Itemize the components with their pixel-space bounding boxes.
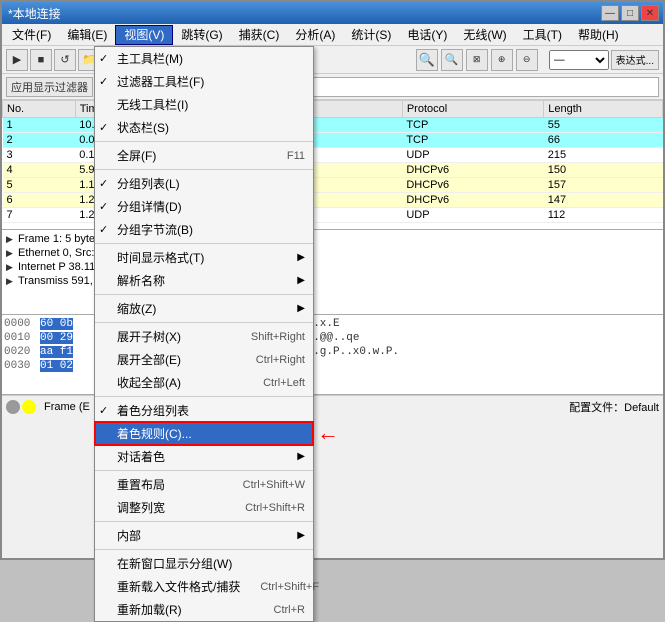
view-menu-item[interactable]: 对话着色 ▶ bbox=[95, 445, 313, 468]
menu-check-icon: ✓ bbox=[99, 75, 108, 88]
view-menu-item[interactable]: 调整列宽 Ctrl+Shift+R bbox=[95, 496, 313, 519]
menu-item-label: 重置布局 bbox=[117, 476, 165, 493]
menu-shortcut: Ctrl+R bbox=[254, 604, 305, 616]
menu-item-label: 分组详情(D) bbox=[117, 198, 182, 215]
menu-item-label: 内部 bbox=[117, 527, 141, 544]
menu-item-label: 时间显示格式(T) bbox=[117, 249, 204, 266]
menu-shortcut: Ctrl+Shift+F bbox=[240, 581, 319, 593]
menu-item-label: 着色分组列表 bbox=[117, 402, 189, 419]
menu-separator bbox=[95, 243, 313, 244]
menu-check-icon: ✓ bbox=[99, 52, 108, 65]
menu-check-icon: ✓ bbox=[99, 404, 108, 417]
view-menu-item[interactable]: 全屏(F) F11 bbox=[95, 144, 313, 167]
menu-check-icon: ✓ bbox=[99, 200, 108, 213]
menu-item-label: 在新窗口显示分组(W) bbox=[117, 555, 232, 572]
menu-item-label: 缩放(Z) bbox=[117, 300, 156, 317]
menu-item-label: 过滤器工具栏(F) bbox=[117, 73, 204, 90]
menu-item-label: 展开子树(X) bbox=[117, 328, 181, 345]
view-menu-item[interactable]: ✓ 分组列表(L) bbox=[95, 172, 313, 195]
menu-item-label: 主工具栏(M) bbox=[117, 50, 183, 67]
view-menu-item[interactable]: 无线工具栏(I) bbox=[95, 93, 313, 116]
view-menu-item[interactable]: 重置布局 Ctrl+Shift+W bbox=[95, 473, 313, 496]
menu-item-label: 解析名称 bbox=[117, 272, 165, 289]
menu-item-label: 对话着色 bbox=[117, 448, 165, 465]
menu-item-label: 分组列表(L) bbox=[117, 175, 180, 192]
view-menu-item[interactable]: ✓ 主工具栏(M) bbox=[95, 47, 313, 70]
view-menu-item[interactable]: ✓ 分组字节流(B) bbox=[95, 218, 313, 241]
submenu-arrow-icon: ▶ bbox=[297, 252, 305, 263]
submenu-arrow-icon: ▶ bbox=[297, 275, 305, 286]
menu-shortcut: Shift+Right bbox=[231, 331, 305, 343]
view-menu-item[interactable]: 时间显示格式(T) ▶ bbox=[95, 246, 313, 269]
menu-item-label: 重新加载(R) bbox=[117, 601, 182, 618]
view-menu-item[interactable]: ✓ 着色分组列表 bbox=[95, 399, 313, 422]
view-menu-item[interactable]: ✓ 过滤器工具栏(F) bbox=[95, 70, 313, 93]
menu-item-label: 调整列宽 bbox=[117, 499, 165, 516]
main-window: *本地连接 — □ ✕ 文件(F) 编辑(E) 视图(V) 跳转(G) 捕获(C… bbox=[0, 0, 665, 560]
view-menu-item[interactable]: 在新窗口显示分组(W) bbox=[95, 552, 313, 575]
submenu-arrow-icon: ▶ bbox=[297, 303, 305, 314]
submenu-arrow-icon: ▶ bbox=[297, 530, 305, 541]
menu-check-icon: ✓ bbox=[99, 223, 108, 236]
menu-separator bbox=[95, 169, 313, 170]
view-menu-item[interactable]: 着色规则(C)... bbox=[95, 422, 313, 445]
view-menu-item[interactable]: 内部 ▶ bbox=[95, 524, 313, 547]
menu-item-label: 重新载入文件格式/捕获 bbox=[117, 578, 240, 595]
view-menu-item[interactable]: 重新加载(R) Ctrl+R bbox=[95, 598, 313, 621]
submenu-arrow-icon: ▶ bbox=[297, 451, 305, 462]
menu-item-label: 无线工具栏(I) bbox=[117, 96, 188, 113]
menu-separator bbox=[95, 141, 313, 142]
view-menu-item[interactable]: 收起全部(A) Ctrl+Left bbox=[95, 371, 313, 394]
menu-item-label: 状态栏(S) bbox=[117, 119, 169, 136]
menu-item-label: 展开全部(E) bbox=[117, 351, 181, 368]
view-menu-item[interactable]: 解析名称 ▶ bbox=[95, 269, 313, 292]
view-menu-item[interactable]: ✓ 状态栏(S) bbox=[95, 116, 313, 139]
view-menu-item[interactable]: 重新载入文件格式/捕获Ctrl+Shift+F bbox=[95, 575, 313, 598]
menu-shortcut: Ctrl+Right bbox=[236, 354, 305, 366]
menu-item-label: 分组字节流(B) bbox=[117, 221, 193, 238]
menu-separator bbox=[95, 396, 313, 397]
menu-separator bbox=[95, 294, 313, 295]
menu-shortcut: F11 bbox=[267, 150, 305, 162]
menu-item-label: 收起全部(A) bbox=[117, 374, 181, 391]
menu-separator bbox=[95, 322, 313, 323]
view-menu-item[interactable]: 缩放(Z) ▶ bbox=[95, 297, 313, 320]
view-menu-item[interactable]: 展开全部(E) Ctrl+Right bbox=[95, 348, 313, 371]
menu-item-label: 全屏(F) bbox=[117, 147, 156, 164]
menu-shortcut: Ctrl+Shift+W bbox=[223, 479, 305, 491]
view-dropdown-menu[interactable]: ✓ 主工具栏(M) ✓ 过滤器工具栏(F) 无线工具栏(I) ✓ 状态栏(S) 全屏(F) F1… bbox=[94, 46, 314, 622]
menu-item-label: 着色规则(C)... bbox=[117, 425, 192, 442]
menu-shortcut: Ctrl+Shift+R bbox=[225, 502, 305, 514]
menu-separator bbox=[95, 521, 313, 522]
menu-check-icon: ✓ bbox=[99, 177, 108, 190]
view-menu-item[interactable]: ✓ 分组详情(D) bbox=[95, 195, 313, 218]
menu-shortcut: Ctrl+Left bbox=[243, 377, 305, 389]
menu-check-icon: ✓ bbox=[99, 121, 108, 134]
menu-separator bbox=[95, 470, 313, 471]
view-menu-item[interactable]: 展开子树(X) Shift+Right bbox=[95, 325, 313, 348]
menu-separator bbox=[95, 549, 313, 550]
